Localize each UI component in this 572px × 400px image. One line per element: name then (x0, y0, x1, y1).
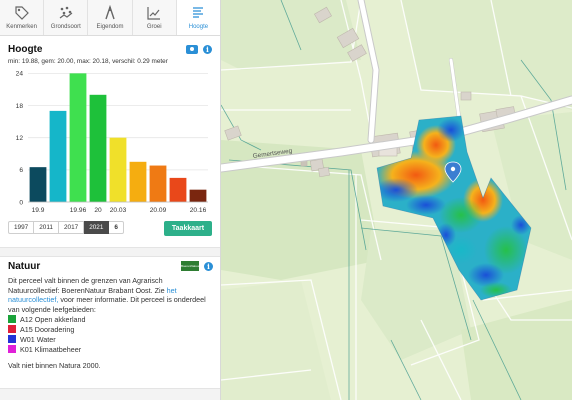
map-view[interactable]: Gemertseweg (221, 0, 572, 400)
histogram-bar[interactable] (89, 94, 107, 202)
histogram-bar[interactable] (109, 137, 127, 202)
growth-chart-icon (147, 7, 161, 20)
natuur-title: Natuur (8, 260, 41, 272)
histogram-bar[interactable] (49, 110, 67, 202)
soil-icon (59, 6, 73, 19)
camera-icon[interactable] (186, 44, 198, 54)
x-tick-label: 20.16 (190, 207, 207, 214)
info-icon[interactable]: i (204, 261, 213, 271)
leefgebieden-legend: A12 Open akkerland A15 Dooradering W01 W… (0, 314, 220, 354)
legend-item: K01 Klimaatbeheer (8, 344, 213, 354)
tab-kenmerken[interactable]: Kenmerken (0, 0, 45, 35)
tab-bar: Kenmerken Grondsoort Eigendom Groei Hoog… (0, 0, 220, 36)
natuur-text: Dit perceel valt binnen de grenzen van A… (8, 276, 167, 295)
taakkaart-button[interactable]: Taakkaart (164, 221, 212, 236)
legend-item: A12 Open akkerland (8, 314, 213, 324)
natura-2000-note: Valt niet binnen Natura 2000. (8, 361, 101, 371)
hoogte-header: Hoogte i (0, 42, 220, 56)
y-tick-label: 24 (16, 71, 24, 78)
legend-label: K01 Klimaatbeheer (20, 344, 82, 354)
boerennatuur-logo: BoerenNatuur (181, 261, 199, 271)
year-button-2011[interactable]: 2011 (34, 221, 59, 234)
tab-eigendom[interactable]: Eigendom (88, 0, 133, 35)
legend-swatch (8, 315, 16, 324)
legend-label: W01 Water (20, 334, 56, 344)
tab-label: Eigendom (96, 24, 124, 30)
legend-item: W01 Water (8, 334, 213, 344)
legend-label: A15 Dooradering (20, 324, 75, 334)
tab-hoogte[interactable]: Hoogte (176, 0, 220, 35)
side-panel: Kenmerken Grondsoort Eigendom Groei Hoog… (0, 0, 221, 400)
section-divider (0, 247, 220, 257)
histogram-bar[interactable] (169, 177, 187, 202)
more-years-button[interactable]: 6 (109, 221, 124, 234)
y-tick-label: 6 (19, 167, 23, 174)
x-tick-label: 19.96 (70, 207, 87, 214)
histogram-bar[interactable] (29, 167, 47, 202)
legend-swatch (8, 345, 16, 354)
map-canvas[interactable]: Gemertseweg (221, 0, 572, 400)
tab-groei[interactable]: Groei (133, 0, 177, 35)
tag-icon (14, 6, 29, 20)
natuur-section: Natuur BoerenNatuur i Dit perceel valt b… (0, 259, 220, 371)
year-button-1997[interactable]: 1997 (8, 221, 35, 234)
x-tick-label: 20 (94, 207, 102, 214)
natuur-header: Natuur BoerenNatuur i (0, 259, 220, 273)
height-histogram: 0 6 12 18 24 19.9 19.96 20 20.03 20.09 20.16 (16, 71, 208, 214)
tab-label: Hoogte (188, 24, 209, 30)
histogram-bar[interactable] (189, 189, 207, 202)
histogram-bar[interactable] (149, 165, 167, 202)
tab-label: Groei (146, 24, 162, 30)
y-tick-label: 12 (16, 135, 24, 142)
histogram-bar[interactable] (129, 161, 147, 202)
year-button-2017[interactable]: 2017 (58, 221, 85, 234)
natuur-description: Dit perceel valt binnen de grenzen van A… (0, 276, 220, 314)
height-list-icon (193, 7, 204, 18)
tab-grondsoort[interactable]: Grondsoort (44, 0, 89, 35)
hoogte-title: Hoogte (8, 43, 43, 55)
y-tick-label: 18 (16, 103, 24, 110)
legend-item: A15 Dooradering (8, 324, 213, 334)
legend-label: A12 Open akkerland (20, 314, 86, 324)
x-tick-label: 19.9 (32, 207, 45, 214)
ownership-icon (105, 5, 115, 20)
legend-swatch (8, 325, 16, 334)
y-tick-label: 0 (19, 199, 23, 206)
year-selector: 1997 2011 2017 2021 6 (8, 221, 124, 234)
year-button-2021[interactable]: 2021 (84, 221, 110, 234)
tab-label: Grondsoort (50, 24, 81, 30)
x-tick-label: 20.03 (110, 207, 127, 214)
next-section-edge (0, 388, 220, 400)
x-tick-label: 20.09 (150, 207, 167, 214)
histogram-bar[interactable] (69, 73, 87, 202)
tab-label: Kenmerken (6, 24, 37, 30)
info-icon[interactable]: i (203, 44, 212, 54)
legend-swatch (8, 335, 16, 344)
